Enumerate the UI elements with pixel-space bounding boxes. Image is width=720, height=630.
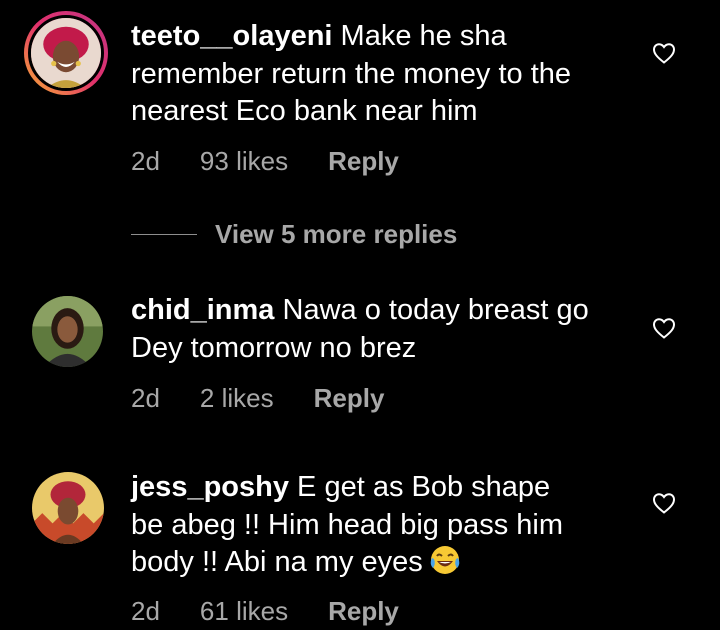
comment-meta: 2d 93 likes Reply [131,146,439,177]
reply-button[interactable]: Reply [328,596,399,627]
comment-username[interactable]: teeto__olayeni [131,20,332,52]
divider-line [131,233,197,236]
face-with-tears-of-joy-icon [429,544,461,576]
heart-outline-icon[interactable] [652,492,676,514]
view-more-replies-label[interactable]: View 5 more replies [215,219,457,250]
avatar-teeto-olayeni[interactable] [24,11,108,95]
comment-body-line-2: Dey tomorrow no brez [131,331,417,364]
view-more-replies[interactable]: View 5 more replies [131,219,457,250]
comment-text: chid_inma Nawa o today breast go Dey tom… [131,292,631,367]
comment-text: teeto__olayeni Make he sha remember retu… [131,18,631,131]
heart-outline-icon[interactable] [652,42,676,64]
comment-body-line-1: Make he sha [340,20,507,52]
avatar-image [31,18,101,88]
comment-likes[interactable]: 2 likes [200,383,274,414]
comment-username[interactable]: jess_poshy [131,471,289,503]
reply-button[interactable]: Reply [314,383,385,414]
comment-text: jess_poshy E get as Bob shape be abeg !!… [131,469,631,582]
comment-time: 2d [131,146,160,176]
avatar-image [32,472,104,544]
comment-likes[interactable]: 61 likes [200,596,288,627]
avatar-image [32,296,103,367]
heart-outline-icon[interactable] [652,317,676,339]
comment-body-line-3: body !! Abi na my eyes [131,546,423,578]
reply-button[interactable]: Reply [328,146,399,177]
comment-body-line-2: be abeg !! Him head big pass him [131,508,564,541]
comment-time: 2d [131,383,160,413]
comment-username[interactable]: chid_inma [131,294,274,326]
avatar-chid-inma[interactable] [32,296,103,367]
comment-time: 2d [131,596,160,626]
comment-body-line-1: E get as Bob shape [297,471,551,503]
comment-meta: 2d 61 likes Reply [131,596,439,627]
comment-body-line-2: remember return the money to the [131,57,572,90]
comment-body-line-1: Nawa o today breast go [282,294,589,326]
comment-body-line-3: nearest Eco bank near him [131,95,478,127]
avatar-jess-poshy[interactable] [32,472,104,544]
comment-meta: 2d 2 likes Reply [131,383,424,414]
comment-likes[interactable]: 93 likes [200,146,288,177]
